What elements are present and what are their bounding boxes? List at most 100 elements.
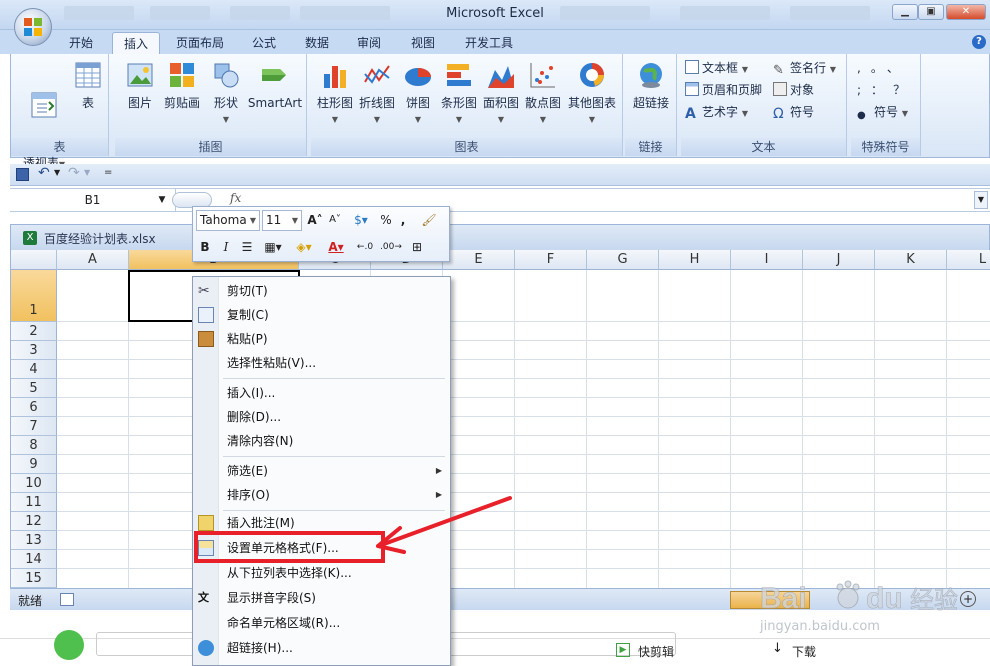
menu-item-paste-special[interactable]: 选择性粘贴(V)... bbox=[193, 351, 450, 375]
increase-decimal-icon[interactable]: ←.0 bbox=[353, 237, 377, 257]
customize-qat-icon[interactable]: = bbox=[104, 167, 112, 178]
menu-item-clear[interactable]: 清除内容(N) bbox=[193, 429, 450, 453]
decrease-decimal-icon[interactable]: .00→ bbox=[379, 237, 403, 257]
help-icon[interactable]: ? bbox=[972, 35, 986, 49]
tab-insert[interactable]: 插入 bbox=[112, 32, 161, 54]
hyperlink-button[interactable]: 超链接 bbox=[629, 60, 673, 111]
object-button[interactable]: 对象 bbox=[773, 80, 814, 100]
row-header[interactable]: 8 bbox=[11, 436, 57, 455]
menu-item-insert[interactable]: 插入(I)... bbox=[193, 381, 450, 405]
colon-symbol[interactable]: ： bbox=[871, 83, 893, 97]
bold-icon[interactable]: B bbox=[196, 237, 214, 257]
row-header[interactable]: 6 bbox=[11, 398, 57, 417]
menu-item-filter[interactable]: 筛选(E) ▶ bbox=[193, 459, 450, 483]
semicolon-symbol[interactable]: ; bbox=[857, 83, 871, 97]
row-header[interactable]: 7 bbox=[11, 417, 57, 436]
row-header[interactable]: 1 bbox=[11, 270, 57, 322]
name-box[interactable]: B1 bbox=[10, 189, 176, 211]
center-align-icon[interactable]: ☰ bbox=[238, 237, 256, 257]
row-header[interactable]: 4 bbox=[11, 360, 57, 379]
column-header[interactable]: L bbox=[947, 250, 990, 270]
column-header[interactable]: I bbox=[731, 250, 803, 270]
minimize-button[interactable]: ▁ bbox=[892, 4, 918, 20]
merge-center-icon[interactable]: ⊞ bbox=[407, 237, 427, 257]
menu-item-phonetic[interactable]: 文 显示拼音字段(S) bbox=[193, 586, 450, 610]
menu-item-copy[interactable]: 复制(C) bbox=[193, 303, 450, 327]
clip-label[interactable]: 快剪辑 bbox=[638, 643, 674, 660]
close-button[interactable]: ✕ bbox=[946, 4, 986, 20]
period-symbol[interactable]: 。 bbox=[871, 61, 887, 75]
borders-icon[interactable]: ▦▾ bbox=[261, 237, 285, 257]
save-icon[interactable] bbox=[16, 168, 29, 181]
menu-item-pick-from-list[interactable]: 从下拉列表中选择(K)... bbox=[193, 561, 450, 585]
percent-icon[interactable]: % bbox=[378, 210, 394, 230]
comma-style-icon[interactable]: , bbox=[396, 210, 410, 230]
row-header[interactable]: 2 bbox=[11, 322, 57, 341]
redo-icon[interactable]: ↷ bbox=[68, 165, 80, 181]
row-header[interactable]: 5 bbox=[11, 379, 57, 398]
column-header[interactable]: H bbox=[659, 250, 731, 270]
smartart-button[interactable]: SmartArt bbox=[247, 60, 303, 111]
format-painter-icon[interactable]: 🖌 bbox=[414, 210, 444, 230]
other-charts-button[interactable]: 其他图表 ▼ bbox=[565, 60, 619, 127]
tab-formulas[interactable]: 公式 bbox=[241, 32, 287, 54]
italic-icon[interactable]: I bbox=[217, 237, 235, 257]
font-name-field[interactable]: Tahoma ▼ bbox=[196, 210, 260, 231]
menu-item-cut[interactable]: ✂ 剪切(T) bbox=[193, 279, 450, 303]
name-box-dropdown-icon[interactable]: ▼ bbox=[155, 189, 169, 211]
menu-item-define-name[interactable]: 命名单元格区域(R)... bbox=[193, 611, 450, 635]
pie-chart-button[interactable]: 饼图 ▼ bbox=[401, 60, 435, 127]
table-button[interactable]: 表 bbox=[73, 60, 103, 111]
row-header[interactable]: 3 bbox=[11, 341, 57, 360]
column-header[interactable]: J bbox=[803, 250, 875, 270]
column-header[interactable]: K bbox=[875, 250, 947, 270]
line-chart-button[interactable]: 折线图 ▼ bbox=[357, 60, 397, 127]
row-header[interactable]: 12 bbox=[11, 512, 57, 531]
area-chart-button[interactable]: 面积图 ▼ bbox=[481, 60, 521, 127]
question-symbol[interactable]: ？ bbox=[893, 83, 915, 97]
bar-chart-button[interactable]: 条形图 ▼ bbox=[439, 60, 479, 127]
restore-button[interactable]: ▣ bbox=[918, 4, 944, 20]
wordart-button[interactable]: A 艺术字 ▼ bbox=[685, 102, 748, 122]
menu-item-paste[interactable]: 粘贴(P) bbox=[193, 327, 450, 351]
column-header[interactable]: G bbox=[587, 250, 659, 270]
tab-developer[interactable]: 开发工具 bbox=[454, 32, 524, 54]
symbol-button[interactable]: Ω 符号 bbox=[773, 102, 814, 122]
row-header[interactable]: 9 bbox=[11, 455, 57, 474]
textbox-button[interactable]: 文本框 ▼ bbox=[685, 58, 748, 78]
menu-item-delete[interactable]: 删除(D)... bbox=[193, 405, 450, 429]
fx-icon[interactable]: fx bbox=[230, 191, 241, 205]
column-header[interactable]: E bbox=[443, 250, 515, 270]
signature-line-button[interactable]: ✎ 签名行 ▼ bbox=[773, 58, 836, 78]
macro-record-icon[interactable] bbox=[60, 593, 74, 606]
tab-review[interactable]: 审阅 bbox=[346, 32, 392, 54]
font-color-icon[interactable]: A▾ bbox=[323, 237, 349, 257]
punct-row-1[interactable]: ,。、 bbox=[857, 58, 909, 78]
row-header[interactable]: 15 bbox=[11, 569, 57, 588]
accounting-format-icon[interactable]: $▾ bbox=[348, 210, 374, 230]
redo-dropdown-icon[interactable]: ▼ bbox=[84, 168, 90, 177]
shrink-font-icon[interactable]: A˅ bbox=[326, 210, 344, 230]
menu-item-hyperlink[interactable]: 超链接(H)... bbox=[193, 636, 450, 660]
row-header[interactable]: 14 bbox=[11, 550, 57, 569]
shapes-button[interactable]: 形状 ▼ bbox=[209, 60, 243, 127]
column-chart-button[interactable]: 柱形图 ▼ bbox=[315, 60, 355, 127]
header-footer-button[interactable]: 页眉和页脚 bbox=[685, 80, 762, 100]
fill-color-icon[interactable]: ◈▾ bbox=[289, 237, 319, 257]
comma-symbol[interactable]: , bbox=[857, 61, 871, 75]
column-header[interactable]: F bbox=[515, 250, 587, 270]
clipart-button[interactable]: 剪贴画 bbox=[161, 60, 203, 111]
expand-formula-icon[interactable]: ▼ bbox=[974, 191, 988, 209]
tab-home[interactable]: 开始 bbox=[58, 32, 104, 54]
select-all-corner[interactable] bbox=[11, 250, 57, 270]
row-header[interactable]: 13 bbox=[11, 531, 57, 550]
green-circle-icon[interactable] bbox=[54, 630, 84, 660]
special-symbol-button[interactable]: ● 符号 ▼ bbox=[857, 102, 908, 122]
font-size-field[interactable]: 11 ▼ bbox=[262, 210, 302, 231]
office-button[interactable] bbox=[14, 8, 52, 46]
undo-dropdown-icon[interactable]: ▼ bbox=[54, 168, 60, 177]
play-icon[interactable]: ▶ bbox=[616, 643, 630, 657]
grow-font-icon[interactable]: A˄ bbox=[306, 210, 324, 230]
tab-view[interactable]: 视图 bbox=[400, 32, 446, 54]
tab-data[interactable]: 数据 bbox=[294, 32, 340, 54]
